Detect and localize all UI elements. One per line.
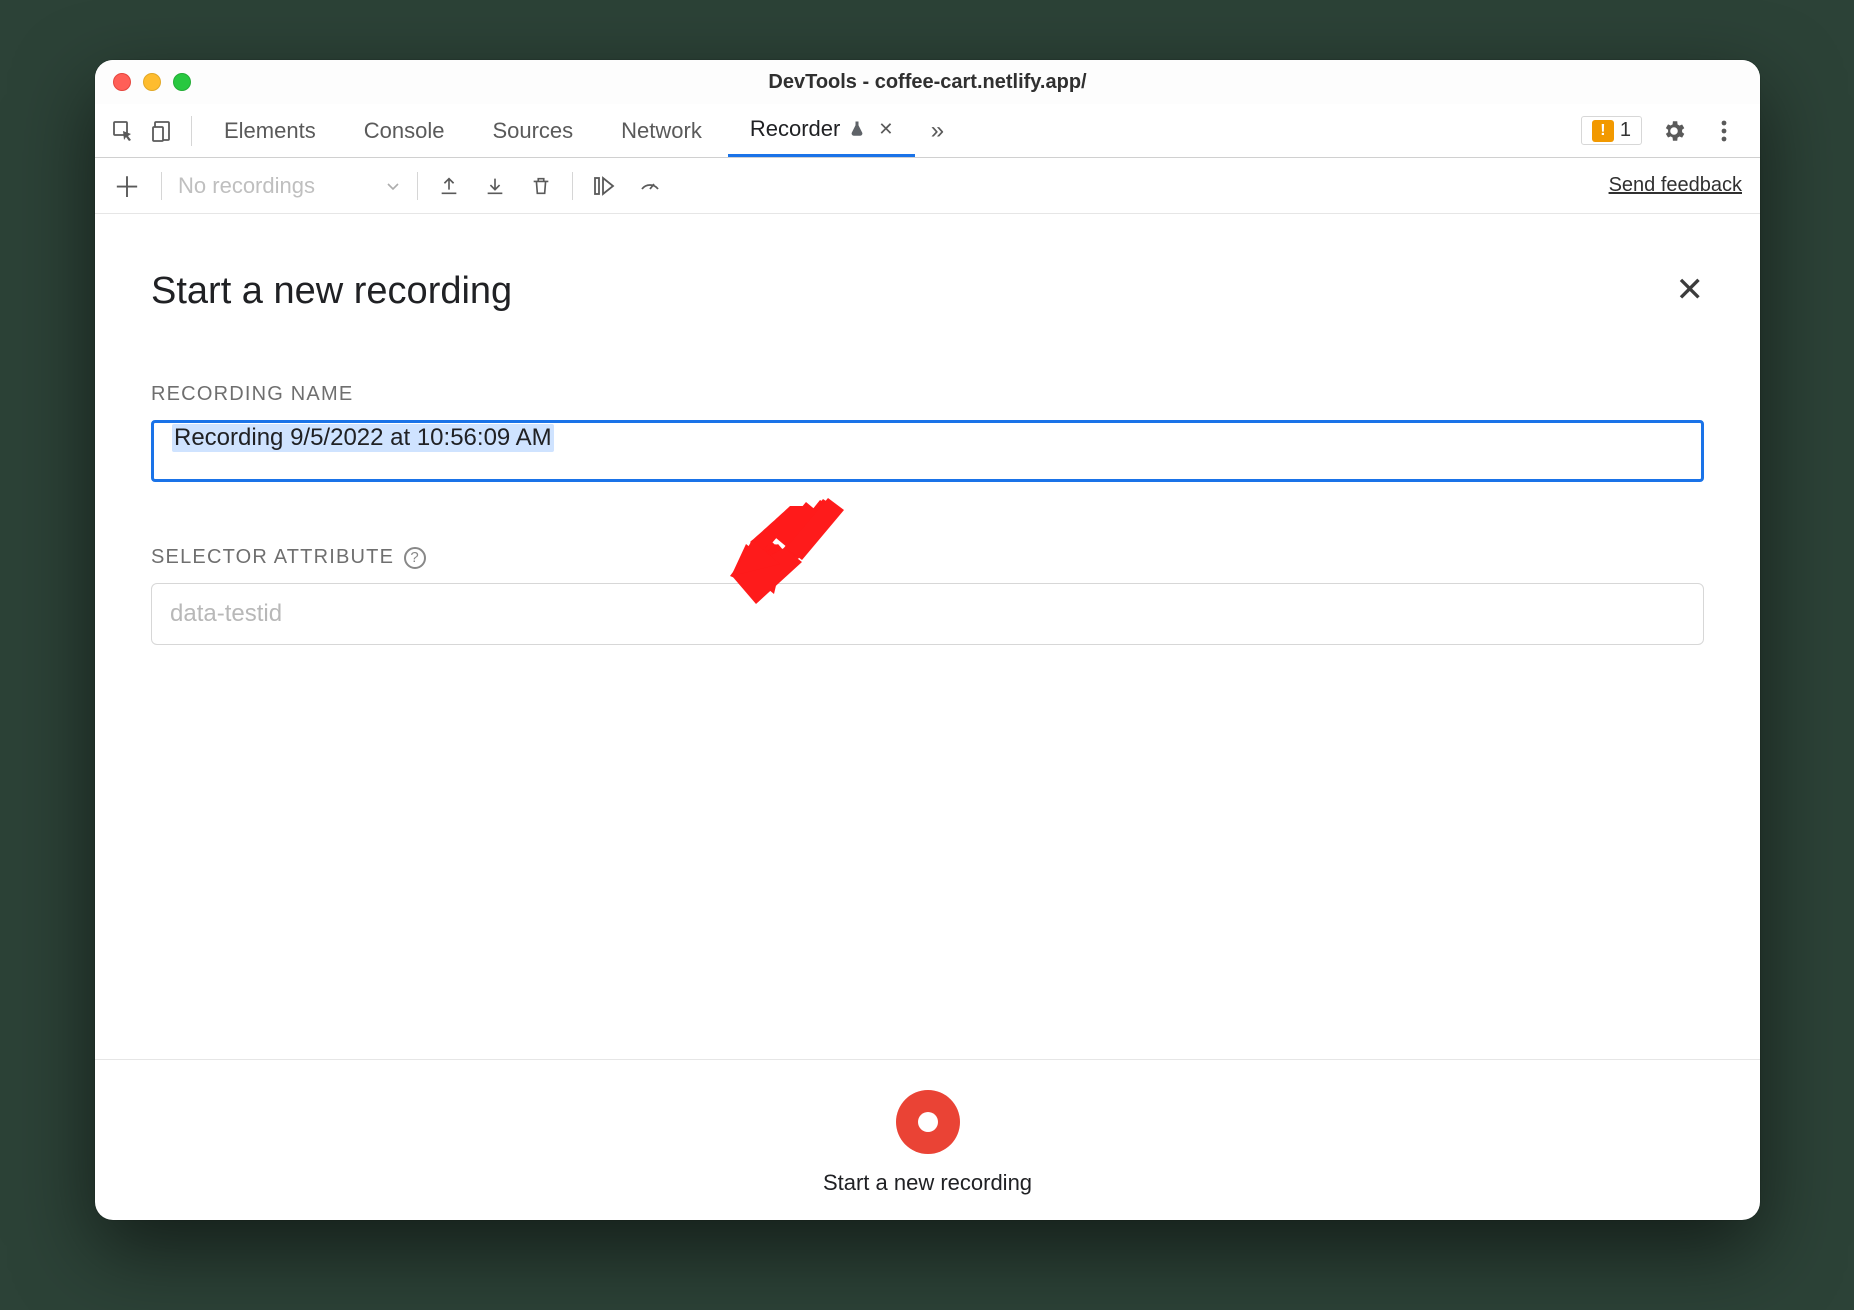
devtools-tabbar: Elements Console Sources Network Recorde… — [95, 104, 1760, 158]
settings-icon[interactable] — [1656, 113, 1692, 149]
new-recording-icon[interactable]: ＋ — [113, 166, 153, 206]
divider — [417, 172, 418, 200]
close-window-button[interactable] — [113, 73, 131, 91]
devtools-window: DevTools - coffee-cart.netlify.app/ Elem… — [95, 60, 1760, 1220]
recording-name-field: RECORDING NAME Recording 9/5/2022 at 10:… — [151, 383, 1704, 482]
more-tabs-icon[interactable]: » — [919, 113, 955, 149]
record-icon — [918, 1112, 938, 1132]
warning-icon: ! — [1592, 120, 1614, 142]
tab-label: Console — [364, 118, 445, 144]
tab-label: Sources — [492, 118, 573, 144]
recordings-dropdown[interactable]: No recordings — [170, 173, 409, 199]
tab-network[interactable]: Network — [599, 104, 724, 157]
panel-title: Start a new recording — [151, 270, 1704, 313]
warning-count: 1 — [1620, 119, 1631, 142]
issues-badge[interactable]: ! 1 — [1581, 116, 1642, 145]
close-tab-icon[interactable]: ✕ — [878, 119, 893, 140]
fullscreen-window-button[interactable] — [173, 73, 191, 91]
kebab-menu-icon[interactable] — [1706, 113, 1742, 149]
titlebar: DevTools - coffee-cart.netlify.app/ — [95, 60, 1760, 104]
import-icon[interactable] — [478, 169, 512, 203]
window-title: DevTools - coffee-cart.netlify.app/ — [95, 71, 1760, 94]
close-panel-icon[interactable]: ✕ — [1676, 270, 1705, 310]
inspect-element-icon[interactable] — [105, 113, 141, 149]
divider — [572, 172, 573, 200]
tab-label: Recorder — [750, 116, 840, 142]
selector-attribute-field: SELECTOR ATTRIBUTE ? — [151, 546, 1704, 645]
tab-elements[interactable]: Elements — [202, 104, 338, 157]
chevron-down-icon — [385, 178, 401, 194]
tab-console[interactable]: Console — [342, 104, 467, 157]
selector-attribute-label: SELECTOR ATTRIBUTE ? — [151, 546, 1704, 569]
delete-icon[interactable] — [524, 169, 558, 203]
tab-sources[interactable]: Sources — [470, 104, 595, 157]
send-feedback-link[interactable]: Send feedback — [1609, 174, 1742, 197]
divider — [161, 172, 162, 200]
start-recording-button[interactable] — [896, 1090, 960, 1154]
start-recording-panel: Start a new recording ✕ RECORDING NAME R… — [95, 214, 1760, 645]
selector-attribute-input[interactable] — [151, 583, 1704, 645]
recording-name-input[interactable] — [151, 420, 1704, 482]
divider — [191, 116, 192, 146]
recorder-toolbar: ＋ No recordings Send feedback — [95, 158, 1760, 214]
device-toolbar-icon[interactable] — [145, 113, 181, 149]
tab-label: Elements — [224, 118, 316, 144]
tab-recorder[interactable]: Recorder ✕ — [728, 104, 916, 157]
flask-icon — [848, 120, 866, 138]
selector-attribute-label-text: SELECTOR ATTRIBUTE — [151, 546, 394, 569]
performance-icon[interactable] — [633, 169, 667, 203]
recording-name-label: RECORDING NAME — [151, 383, 1704, 406]
replay-icon[interactable] — [587, 169, 621, 203]
start-recording-label: Start a new recording — [823, 1170, 1032, 1196]
help-icon[interactable]: ? — [404, 547, 426, 569]
start-recording-footer: Start a new recording — [95, 1059, 1760, 1220]
minimize-window-button[interactable] — [143, 73, 161, 91]
export-icon[interactable] — [432, 169, 466, 203]
recorder-content: Start a new recording ✕ RECORDING NAME R… — [95, 214, 1760, 1220]
window-controls — [95, 73, 191, 91]
tab-label: Network — [621, 118, 702, 144]
recordings-placeholder: No recordings — [178, 173, 315, 199]
